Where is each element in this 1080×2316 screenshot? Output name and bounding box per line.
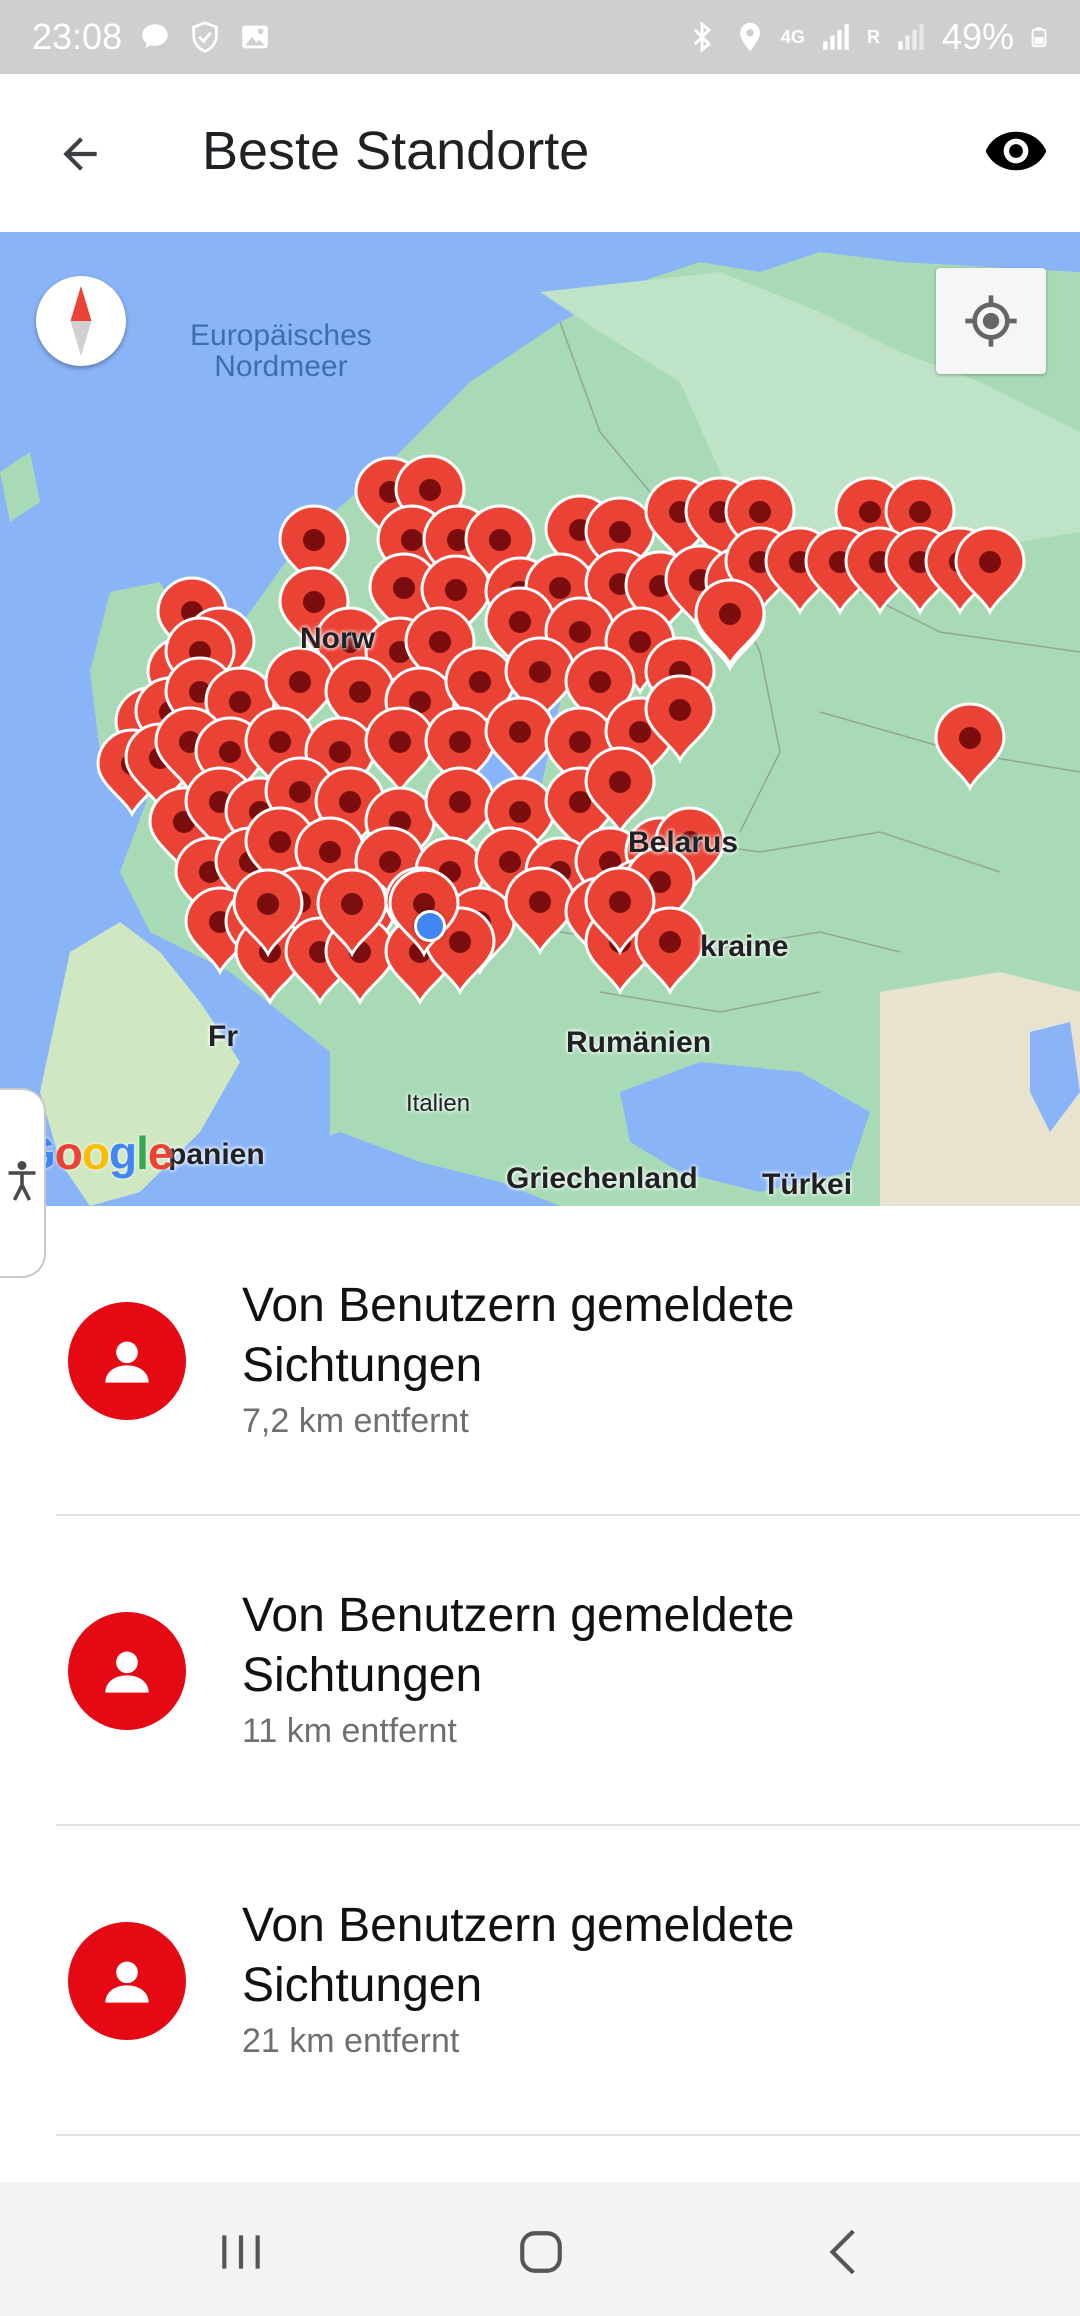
shield-check-icon — [192, 21, 218, 53]
map-label-italy: Italien — [406, 1090, 471, 1117]
bluetooth-icon — [693, 21, 712, 53]
google-logo-letter: o — [81, 1127, 110, 1179]
list-item[interactable]: Von Benutzern gemeldete Sichtungen 11 km… — [0, 1516, 1080, 1826]
map-label-turkey: Türkei — [762, 1168, 853, 1201]
status-bar-right: 4G R 49% — [685, 16, 1050, 58]
app-bar: Beste Standorte — [0, 74, 1080, 232]
google-logo-letter: o — [54, 1127, 83, 1179]
status-bar-left: 23:08 — [32, 16, 272, 58]
compass-button[interactable] — [36, 276, 126, 366]
compass-icon — [70, 286, 92, 356]
person-icon — [105, 1961, 149, 2003]
battery-icon — [1031, 27, 1047, 48]
arrow-left-icon — [63, 137, 97, 171]
google-logo-letter: g — [109, 1127, 137, 1179]
google-logo-letter: l — [136, 1127, 149, 1179]
status-time: 23:08 — [32, 16, 123, 57]
battery-percent: 49% — [941, 16, 1014, 57]
map-label-spain: panien — [168, 1138, 265, 1171]
back-icon — [829, 2229, 855, 2275]
list-item-title: Von Benutzern gemeldete Sichtungen — [242, 1899, 795, 2012]
map-label-greece: Griechenland — [506, 1162, 698, 1195]
list-item[interactable]: Von Benutzern gemeldete Sichtungen 7,2 k… — [0, 1206, 1080, 1516]
image-icon — [242, 25, 268, 49]
page-title: Beste Standorte — [202, 121, 590, 181]
person-icon — [105, 1341, 149, 1383]
sighting-pin[interactable] — [504, 866, 576, 956]
list-item-distance: 7,2 km entfernt — [242, 1402, 469, 1440]
signal-icon — [823, 24, 849, 50]
list-item-distance: 11 km entfernt — [242, 1712, 457, 1750]
back-button[interactable] — [44, 122, 116, 186]
avatar — [68, 1612, 186, 1730]
system-nav-bar — [0, 2182, 1080, 2316]
crosshair-icon — [965, 295, 1017, 347]
avatar — [68, 1922, 186, 2040]
accessibility-icon — [8, 1161, 36, 1201]
home-button[interactable] — [496, 2222, 586, 2282]
location-icon — [740, 22, 760, 52]
list-item-distance: 21 km entfernt — [242, 2022, 460, 2060]
my-location-dot — [414, 910, 446, 942]
map-label-france: Fr — [208, 1020, 238, 1053]
my-location-button[interactable] — [936, 268, 1046, 374]
map-label-romania: Rumänien — [566, 1026, 712, 1059]
home-icon — [520, 2231, 562, 2273]
chat-bubble-icon — [142, 24, 168, 49]
pins-layer — [96, 454, 1026, 1006]
list-item[interactable]: Von Benutzern gemeldete Sichtungen 21 km… — [0, 1826, 1080, 2136]
avatar — [68, 1302, 186, 1420]
status-bar: 23:08 4G R 49% — [0, 0, 1080, 74]
list-item-title: Von Benutzern gemeldete Sichtungen — [242, 1589, 795, 1702]
signal-roaming-icon — [898, 24, 924, 50]
map-view[interactable]: Europäisches Nordmeer Norw Belarus kraine… — [0, 232, 1080, 1206]
recent-apps-button[interactable] — [196, 2222, 286, 2282]
nav-back-button[interactable] — [800, 2222, 890, 2282]
map-label-norway: Norw — [300, 622, 375, 655]
eye-icon — [985, 131, 1047, 171]
divider — [56, 2134, 1080, 2136]
map-label-ukraine: kraine — [700, 930, 789, 963]
visibility-toggle-button[interactable] — [980, 118, 1052, 184]
list-item-title: Von Benutzern gemeldete Sichtungen — [242, 1279, 795, 1392]
recent-apps-icon — [222, 2235, 260, 2269]
google-logo-letter: e — [147, 1127, 174, 1179]
sighting-pin[interactable] — [484, 696, 556, 786]
person-icon — [105, 1651, 149, 1693]
roaming-label: R — [866, 27, 880, 47]
network-type-label: 4G — [780, 27, 805, 47]
sighting-pin[interactable] — [934, 702, 1006, 792]
locations-list: Von Benutzern gemeldete Sichtungen 7,2 k… — [0, 1206, 1080, 2136]
map-label-sea: Europäisches Nordmeer — [190, 319, 372, 383]
map-label-belarus: Belarus — [628, 826, 739, 859]
